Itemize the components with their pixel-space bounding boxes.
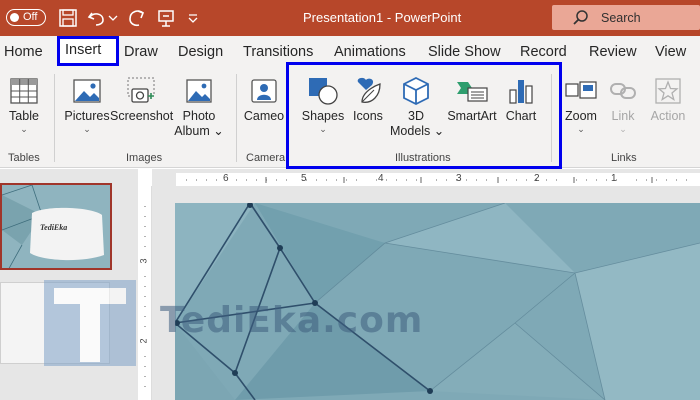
- group-label-images: Images: [126, 152, 163, 164]
- slide-thumbnail-1[interactable]: TediEka: [0, 183, 112, 270]
- title-bar: Off Presentation1 - PowerPoint Search: [0, 0, 700, 36]
- chevron-down-icon: ⌄: [83, 124, 91, 134]
- action-button[interactable]: Action: [646, 76, 690, 124]
- search-label: Search: [601, 11, 641, 25]
- zoom-button[interactable]: Zoom ⌄: [561, 76, 601, 134]
- ruler-label: 6: [223, 173, 229, 184]
- link-icon: [610, 83, 636, 99]
- group-label-tables: Tables: [8, 152, 40, 164]
- autosave-label: Off: [23, 11, 38, 23]
- zoom-label: Zoom: [565, 109, 597, 123]
- action-label: Action: [650, 109, 686, 123]
- zoom-icon: [565, 81, 597, 99]
- photo-album-button[interactable]: Photo Album ⌄: [173, 76, 225, 139]
- watermark-text: TediEka.com: [160, 300, 424, 341]
- thumbnail-title: TediEka: [40, 223, 68, 232]
- search-icon: [573, 10, 588, 25]
- cameo-label: Cameo: [243, 109, 285, 123]
- ruler-label: 3: [456, 173, 462, 184]
- link-button[interactable]: Link ⌄: [606, 76, 640, 134]
- tab-slide-show[interactable]: Slide Show: [428, 44, 501, 60]
- photo-album-label-line1: Photo: [182, 109, 216, 123]
- tab-animations[interactable]: Animations: [334, 44, 406, 60]
- chevron-down-icon: ⌄: [619, 124, 627, 134]
- toggle-knob: [10, 13, 19, 22]
- ruler-label: 4: [378, 173, 384, 184]
- tab-transitions[interactable]: Transitions: [243, 44, 313, 60]
- tab-review[interactable]: Review: [589, 44, 637, 60]
- customize-toolbar-icon[interactable]: [186, 7, 200, 29]
- link-label: Link: [611, 109, 635, 123]
- redo-icon[interactable]: [126, 7, 148, 29]
- cameo-button[interactable]: Cameo: [242, 76, 286, 124]
- chevron-down-icon: ⌄: [20, 124, 28, 134]
- ruler-label: 5: [301, 173, 307, 184]
- horizontal-ruler: 6 5 4 3 2 1: [176, 173, 700, 187]
- screenshot-icon: [127, 77, 155, 103]
- screenshot-button[interactable]: Screenshot: [110, 76, 174, 124]
- ruler-label: 2: [534, 173, 540, 184]
- tab-home[interactable]: Home: [4, 44, 43, 60]
- table-icon: [10, 78, 38, 104]
- group-separator: [54, 74, 55, 162]
- pictures-icon: [73, 79, 101, 103]
- chevron-down-icon[interactable]: [108, 7, 118, 29]
- watermark: TediEka.com: [40, 278, 600, 368]
- undo-icon[interactable]: [86, 7, 108, 29]
- screenshot-label: Screenshot: [110, 109, 174, 123]
- table-label: Table: [9, 109, 39, 123]
- ruler-ticks: [186, 177, 687, 183]
- group-label-camera: Camera: [246, 152, 286, 164]
- pictures-button[interactable]: Pictures ⌄: [62, 76, 112, 134]
- tab-view[interactable]: View: [655, 44, 686, 60]
- vruler-label: 3: [138, 258, 149, 264]
- chevron-down-icon: ⌄: [213, 124, 224, 138]
- tab-draw[interactable]: Draw: [124, 44, 158, 60]
- illustrations-highlight-box: [286, 62, 562, 169]
- group-label-links: Links: [611, 152, 637, 164]
- group-separator: [236, 74, 237, 162]
- presenter-icon[interactable]: [155, 7, 177, 29]
- autosave-toggle[interactable]: Off: [6, 9, 46, 26]
- tab-design[interactable]: Design: [178, 44, 223, 60]
- action-star-icon: [655, 78, 681, 104]
- tab-record[interactable]: Record: [520, 44, 567, 60]
- search-box[interactable]: Search: [552, 5, 700, 30]
- tab-insert-label: Insert: [65, 42, 102, 58]
- photo-album-label-line2: Album: [174, 124, 210, 138]
- save-icon[interactable]: [57, 7, 79, 29]
- ruler-label: 1: [611, 173, 617, 184]
- cameo-icon: [251, 79, 277, 103]
- photo-album-icon: [186, 79, 212, 103]
- tab-insert[interactable]: Insert: [57, 36, 119, 66]
- document-title: Presentation1 - PowerPoint: [303, 10, 462, 25]
- pictures-label: Pictures: [64, 109, 110, 123]
- chevron-down-icon: ⌄: [577, 124, 585, 134]
- watermark-logo-icon: [44, 280, 136, 366]
- table-button[interactable]: Table ⌄: [4, 76, 44, 134]
